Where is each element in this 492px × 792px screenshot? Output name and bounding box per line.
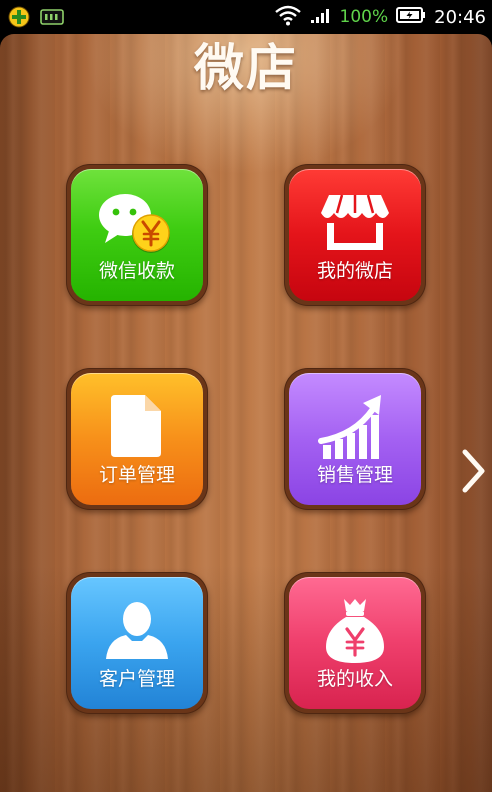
customer-management-button[interactable]: 客户管理 <box>71 577 203 709</box>
sales-management-button[interactable]: 销售管理 <box>289 373 421 505</box>
signal-icon <box>310 6 332 28</box>
sales-management-label: 销售管理 <box>316 464 393 486</box>
customer-management-label: 客户管理 <box>98 668 175 690</box>
my-income-button[interactable]: 我的收入 <box>289 577 421 709</box>
storefront-icon <box>289 187 421 261</box>
my-store-label: 我的微店 <box>316 260 393 282</box>
money-bag-icon <box>289 595 421 669</box>
growth-chart-icon <box>289 391 421 465</box>
battery-icon <box>396 6 426 28</box>
my-store-button[interactable]: 我的微店 <box>289 169 421 301</box>
user-icon <box>71 595 203 669</box>
sales-management-tile[interactable]: 销售管理 <box>284 368 426 510</box>
document-icon <box>71 391 203 465</box>
clock: 20:46 <box>434 6 486 28</box>
page-title: 微店 <box>194 39 298 97</box>
customer-management-tile[interactable]: 客户管理 <box>66 572 208 714</box>
order-management-label: 订单管理 <box>98 464 175 486</box>
my-store-tile[interactable]: 我的微店 <box>284 164 426 306</box>
my-income-tile[interactable]: 我的收入 <box>284 572 426 714</box>
wechat-payment-button[interactable]: 微信收款 <box>71 169 203 301</box>
order-management-tile[interactable]: 订单管理 <box>66 368 208 510</box>
wechat-payment-label: 微信收款 <box>98 260 175 282</box>
chevron-right-icon[interactable] <box>458 446 488 496</box>
wechat-payment-tile[interactable]: 微信收款 <box>66 164 208 306</box>
order-management-button[interactable]: 订单管理 <box>71 373 203 505</box>
battery-percentage: 100% <box>339 7 389 27</box>
my-income-label: 我的收入 <box>316 668 393 690</box>
wechat-payment-icon <box>71 187 203 261</box>
wifi-icon <box>274 4 302 30</box>
keyboard-notification-icon <box>40 8 64 30</box>
